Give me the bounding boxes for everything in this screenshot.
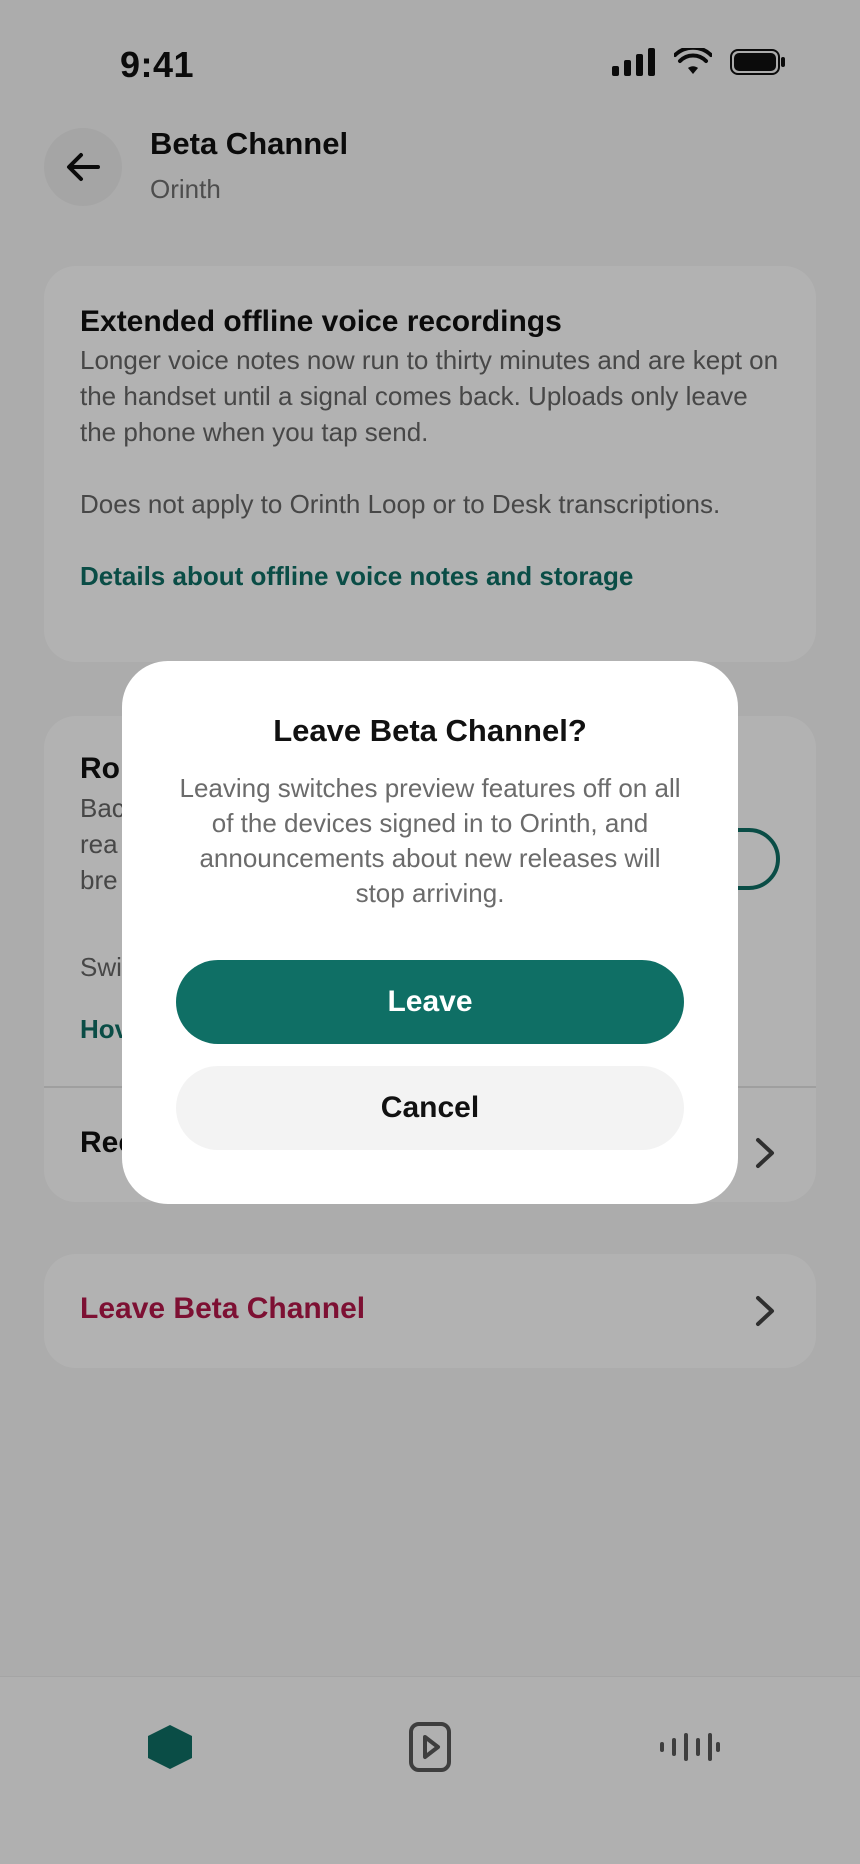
leave-confirm-dialog: Leave Beta Channel? Leaving switches pre… — [122, 661, 738, 1204]
dialog-title: Leave Beta Channel? — [273, 713, 587, 748]
dialog-message: Leaving switches preview features off on… — [179, 773, 681, 908]
cancel-button[interactable]: Cancel — [176, 1066, 684, 1150]
leave-button[interactable]: Leave — [176, 960, 684, 1044]
